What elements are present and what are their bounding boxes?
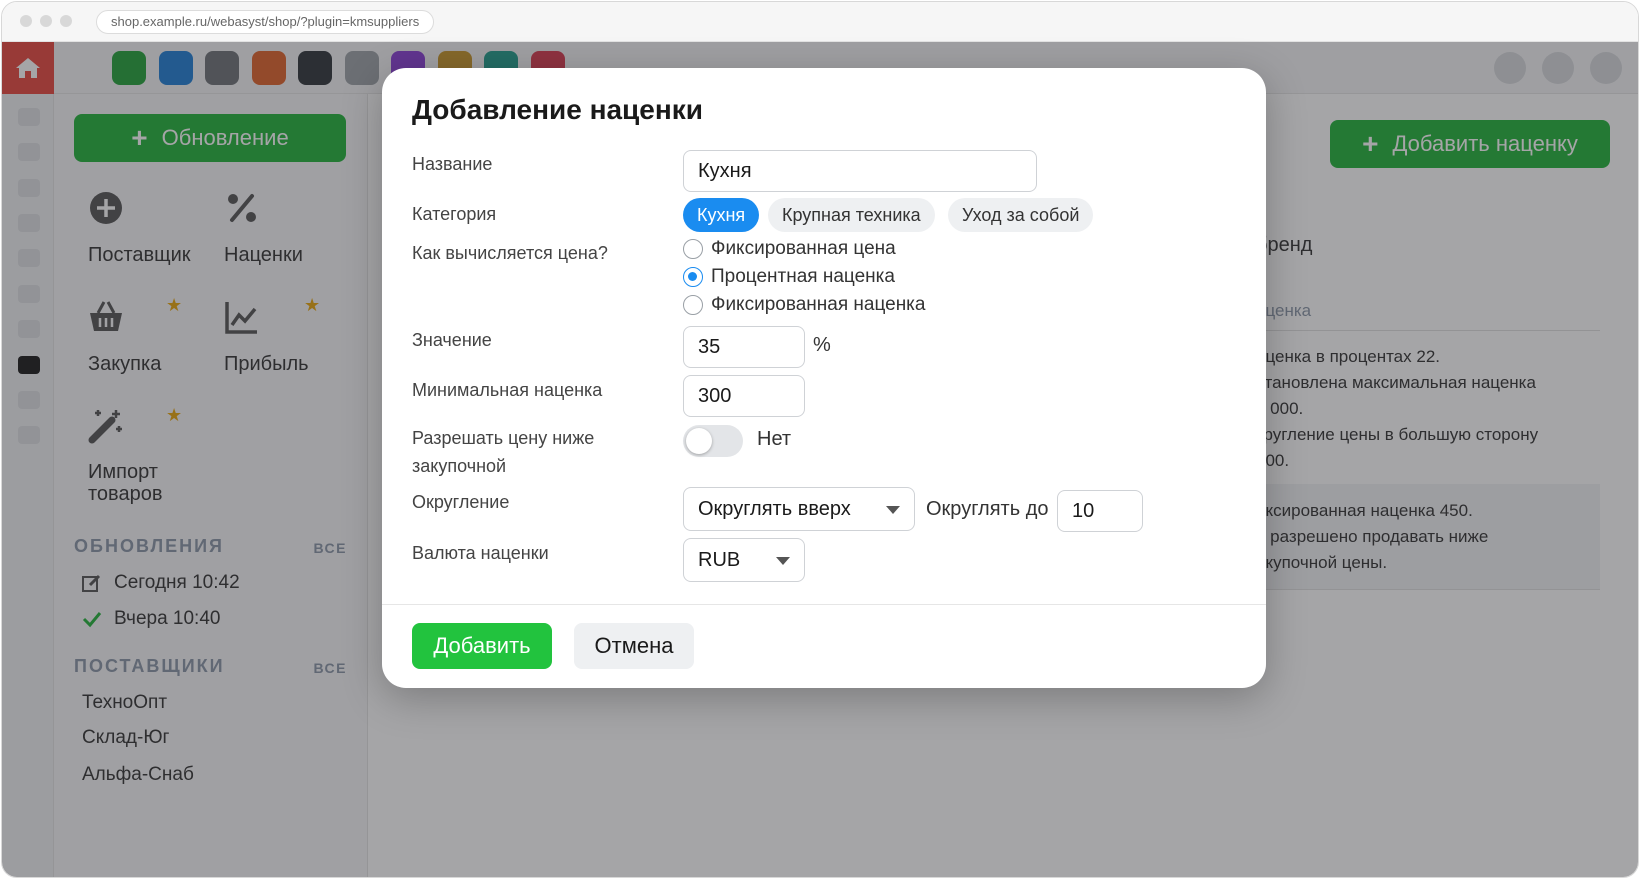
cancel-button[interactable]: Отмена xyxy=(574,623,694,669)
chevron-down-icon xyxy=(776,557,790,565)
category-chip-kitchen[interactable]: Кухня xyxy=(683,198,760,232)
allow-below-label: Разрешать цену ниже закупочной xyxy=(412,424,594,480)
address-bar[interactable]: shop.example.ru/webasyst/shop/?plugin=km… xyxy=(96,10,435,34)
value-label: Значение xyxy=(412,330,492,350)
price-calc-label: Как вычисляется цена? xyxy=(412,243,608,263)
radio-button-selected[interactable] xyxy=(683,267,703,287)
currency-select[interactable]: RUB xyxy=(683,538,805,582)
min-markup-label: Минимальная наценка xyxy=(412,380,603,400)
window-minimize-button[interactable] xyxy=(40,15,52,27)
rounding-select[interactable]: Округлять вверх xyxy=(683,487,915,531)
radio-percent-markup[interactable]: Процентная наценка xyxy=(683,266,895,288)
allow-below-toggle[interactable] xyxy=(683,425,743,457)
value-input[interactable]: 35 xyxy=(683,326,805,368)
name-label: Название xyxy=(412,154,493,174)
name-input[interactable]: Кухня xyxy=(683,150,1037,192)
category-chip-appliances[interactable]: Крупная техника xyxy=(768,198,935,232)
radio-button[interactable] xyxy=(683,295,703,315)
toggle-state: Нет xyxy=(757,428,792,450)
allow-below-label-line: Разрешать цену ниже xyxy=(412,428,595,448)
value-unit: % xyxy=(813,334,831,356)
radio-fixed-price[interactable]: Фиксированная цена xyxy=(683,238,896,260)
round-to-input[interactable]: 10 xyxy=(1057,490,1143,532)
toggle-knob xyxy=(686,428,712,454)
currency-label: Валюта наценки xyxy=(412,543,549,563)
min-markup-input[interactable]: 300 xyxy=(683,375,805,417)
window-maximize-button[interactable] xyxy=(60,15,72,27)
allow-below-label-line: закупочной xyxy=(412,456,507,476)
radio-label: Фиксированная наценка xyxy=(711,294,926,315)
round-to-label: Округлять до xyxy=(926,498,1049,520)
radio-button[interactable] xyxy=(683,239,703,259)
radio-label: Процентная наценка xyxy=(711,266,895,287)
category-chip-personal-care[interactable]: Уход за собой xyxy=(948,198,1094,232)
browser-titlebar: shop.example.ru/webasyst/shop/?plugin=km… xyxy=(2,2,1638,42)
rounding-select-value: Округлять вверх xyxy=(698,498,851,520)
category-label: Категория xyxy=(412,204,497,224)
chevron-down-icon xyxy=(886,506,900,514)
submit-button[interactable]: Добавить xyxy=(412,623,552,669)
dialog-title: Добавление наценки xyxy=(412,94,703,125)
rounding-label: Округление xyxy=(412,492,510,512)
add-markup-dialog: Добавление наценки Название Кухня Катего… xyxy=(382,68,1266,688)
currency-select-value: RUB xyxy=(698,549,741,571)
radio-label: Фиксированная цена xyxy=(711,238,896,259)
dialog-footer-divider xyxy=(382,604,1266,605)
window-close-button[interactable] xyxy=(20,15,32,27)
browser-window: shop.example.ru/webasyst/shop/?plugin=km… xyxy=(1,1,1639,878)
radio-fixed-markup[interactable]: Фиксированная наценка xyxy=(683,294,925,316)
